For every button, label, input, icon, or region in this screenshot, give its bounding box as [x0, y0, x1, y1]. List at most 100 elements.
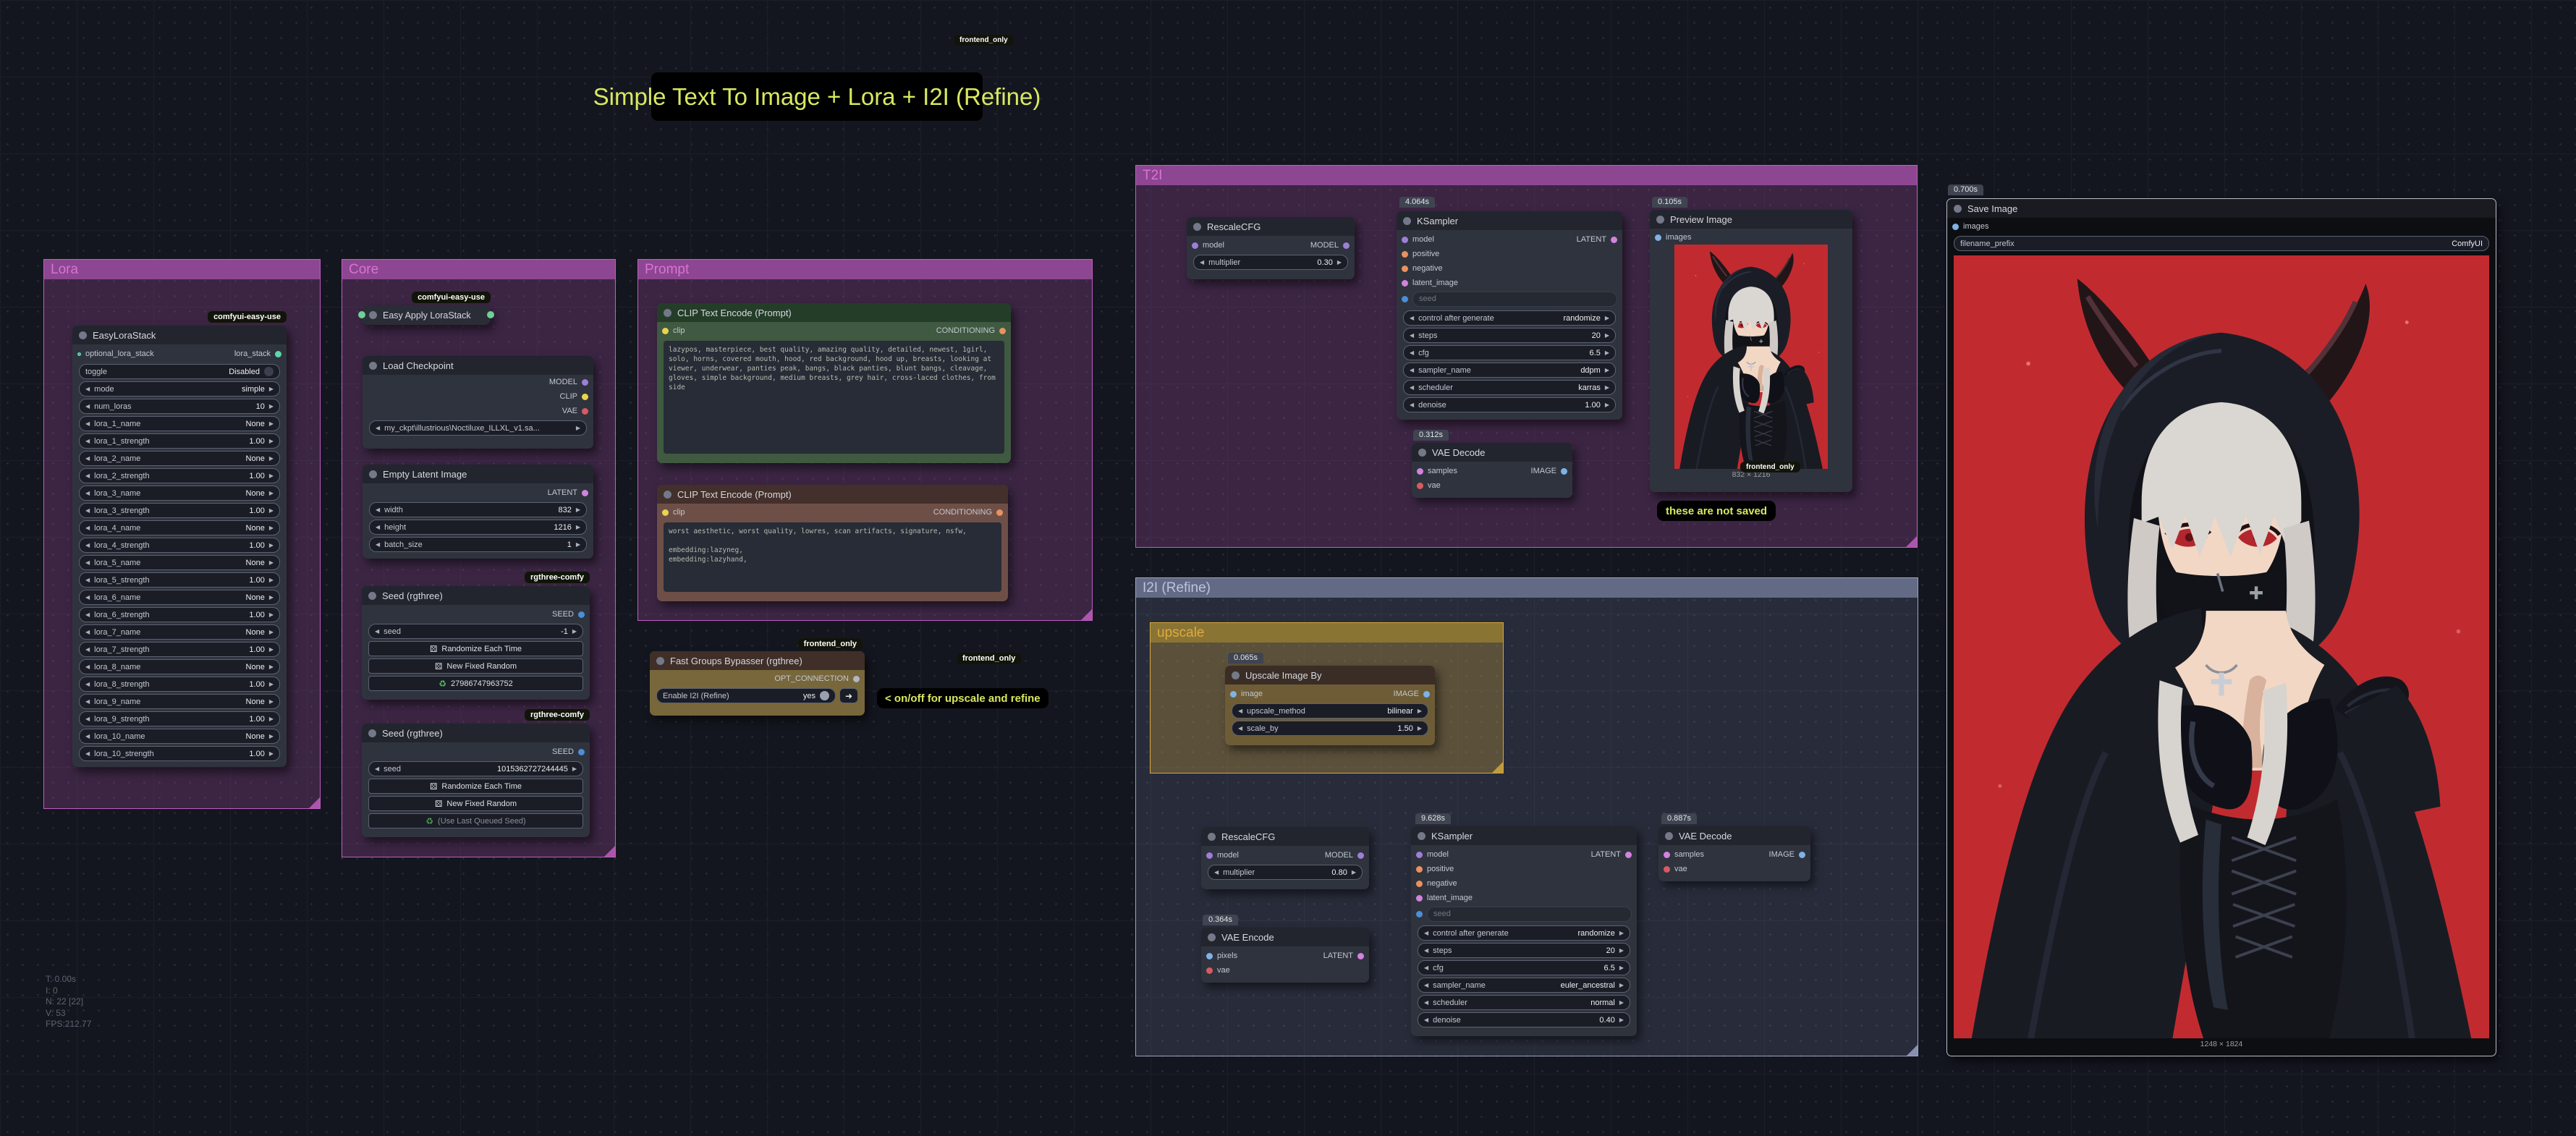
preview-artwork-image[interactable] — [1674, 245, 1828, 469]
collapse-dot-icon[interactable] — [664, 491, 671, 499]
collapse-dot-icon[interactable] — [1208, 833, 1216, 841]
output-slot[interactable]: SEED — [362, 607, 590, 622]
widget-row[interactable]: lora_5_nameNone — [79, 555, 280, 570]
output-slot[interactable]: OPT_CONNECTION — [650, 671, 865, 686]
prompt-textarea[interactable]: lazypos, masterpiece, best quality, amaz… — [664, 341, 1004, 454]
node-preview-image[interactable]: Preview Image images frontend_only 832 ×… — [1650, 210, 1852, 492]
widget-row[interactable]: multiplier0.80 — [1208, 865, 1363, 880]
node-rescalecfg-t2i[interactable]: RescaleCFG model MODEL multiplier0.30 — [1187, 217, 1355, 279]
slot-dot-icon[interactable] — [1402, 237, 1408, 243]
group-resize-handle[interactable] — [1906, 536, 1917, 547]
widget-row[interactable]: lora_8_nameNone — [79, 659, 280, 674]
group-resize-handle[interactable] — [1081, 609, 1092, 620]
slot-dot-icon[interactable] — [1402, 296, 1408, 302]
widget-row[interactable]: control after generaterandomize — [1403, 310, 1616, 326]
slot-dot-icon[interactable] — [1417, 468, 1423, 475]
widget-row[interactable]: multiplier0.30 — [1193, 255, 1348, 270]
slot-dot-icon[interactable] — [582, 490, 588, 496]
widget-row[interactable]: lora_9_nameNone — [79, 694, 280, 709]
node-header[interactable]: Seed (rgthree) — [362, 586, 590, 605]
widget-row[interactable]: lora_6_strength1.00 — [79, 607, 280, 622]
slot-dot-icon[interactable] — [1230, 691, 1237, 698]
comfyui-canvas[interactable]: Lora Core Prompt T2I I2I (Refine) upscal… — [0, 0, 2576, 1136]
node-header[interactable]: Save Image — [1947, 199, 2496, 218]
slot-dot-icon[interactable] — [1417, 483, 1423, 489]
node-header[interactable]: CLIP Text Encode (Prompt) — [657, 485, 1008, 504]
output-slot[interactable]: VAE — [363, 404, 593, 418]
collapse-dot-icon[interactable] — [1193, 223, 1201, 231]
slot-dot-icon[interactable] — [1416, 881, 1423, 887]
group-resize-handle[interactable] — [604, 846, 615, 857]
node-empty-latent-image[interactable]: Empty Latent Image LATENT width832height… — [363, 465, 593, 559]
node-clip-text-encode-positive[interactable]: CLIP Text Encode (Prompt) clip CONDITION… — [657, 303, 1011, 463]
node-seed-rgthree-1[interactable]: Seed (rgthree) SEED seed-1 ⚄Randomize Ea… — [362, 586, 590, 700]
widget-row[interactable]: height1216 — [369, 520, 587, 535]
input-slot[interactable]: latent_image — [1397, 276, 1622, 290]
collapse-dot-icon[interactable] — [664, 309, 671, 317]
group-resize-handle[interactable] — [309, 797, 320, 808]
widget-row[interactable]: lora_4_nameNone — [79, 520, 280, 535]
group-toggle-widget[interactable]: Enable I2I (Refine) yes — [656, 688, 836, 703]
slot-dot-icon[interactable] — [578, 749, 585, 755]
node-vae-decode-t2i[interactable]: VAE Decode samplesvae IMAGE — [1412, 443, 1572, 498]
slot-dot-icon[interactable] — [1206, 852, 1213, 859]
slot-dot-icon[interactable] — [275, 351, 281, 357]
node-header[interactable]: KSampler — [1397, 211, 1622, 230]
widget-row[interactable]: steps20 — [1403, 328, 1616, 343]
widget-row[interactable]: lora_2_strength1.00 — [79, 468, 280, 483]
widget-row[interactable]: steps20 — [1418, 943, 1630, 958]
input-slot[interactable]: positive — [1397, 247, 1622, 261]
saved-artwork-image[interactable] — [1954, 255, 2489, 1038]
node-header[interactable]: Upscale Image By — [1225, 666, 1435, 684]
slot-dot-icon[interactable] — [1952, 224, 1959, 230]
widget-row[interactable]: lora_7_nameNone — [79, 624, 280, 640]
io-row[interactable]: clip CONDITIONING — [657, 323, 1011, 338]
seed-input-slot[interactable]: seed — [1411, 905, 1637, 923]
collapse-dot-icon[interactable] — [368, 729, 376, 737]
collapse-dot-icon[interactable] — [656, 657, 664, 665]
node-header[interactable]: Seed (rgthree) — [362, 724, 590, 742]
widget-row[interactable]: seed1015362727244445 — [368, 761, 583, 776]
slot-dot-icon[interactable] — [582, 394, 588, 400]
widget-row[interactable]: control after generaterandomize — [1418, 925, 1630, 941]
slot-dot-icon[interactable] — [578, 611, 585, 618]
widget-row[interactable]: sampler_nameddpm — [1403, 363, 1616, 378]
widget-row[interactable]: width832 — [369, 502, 587, 517]
node-header[interactable]: CLIP Text Encode (Prompt) — [657, 303, 1011, 322]
slot-dot-icon[interactable] — [1664, 866, 1670, 873]
slot-dot-icon[interactable] — [1416, 852, 1423, 858]
widget-row[interactable]: sampler_nameeuler_ancestral — [1418, 978, 1630, 993]
widget-row[interactable]: lora_7_strength1.00 — [79, 642, 280, 657]
seed-button[interactable]: ♻27986747963752 — [368, 676, 583, 691]
slot-dot-icon[interactable] — [1625, 852, 1632, 858]
slot-dot-icon[interactable] — [582, 408, 588, 415]
collapse-dot-icon[interactable] — [1208, 933, 1216, 941]
collapse-dot-icon[interactable] — [1418, 832, 1425, 840]
input-slot[interactable]: negative — [1411, 876, 1637, 891]
input-slot[interactable]: images — [1947, 219, 2496, 234]
collapse-dot-icon[interactable] — [369, 311, 377, 319]
prompt-textarea[interactable]: worst aesthetic, worst quality, lowres, … — [664, 522, 1001, 592]
widget-row[interactable]: denoise0.40 — [1418, 1012, 1630, 1027]
input-slot[interactable]: negative — [1397, 261, 1622, 276]
widget-row[interactable]: my_ckpt\illustrious\Noctiluxe_ILLXL_v1.s… — [369, 420, 587, 436]
slot-dot-icon[interactable] — [1357, 852, 1364, 859]
widget-row[interactable]: schedulerkarras — [1403, 380, 1616, 395]
slot-dot-icon[interactable] — [1416, 911, 1423, 917]
slot-dot-icon[interactable] — [1402, 266, 1408, 272]
input-slot[interactable]: positive — [1411, 862, 1637, 876]
widget-row[interactable]: lora_1_strength1.00 — [79, 433, 280, 449]
group-resize-handle[interactable] — [1907, 1045, 1918, 1056]
slot-dot-icon[interactable] — [582, 379, 588, 386]
slot-dot-icon[interactable] — [1416, 895, 1423, 902]
widget-row[interactable]: schedulernormal — [1418, 995, 1630, 1010]
widget-row[interactable]: lora_10_nameNone — [79, 729, 280, 744]
slot-dot-icon[interactable] — [1655, 234, 1661, 241]
io-row[interactable]: image IMAGE — [1225, 687, 1435, 701]
collapse-dot-icon[interactable] — [1418, 449, 1426, 457]
collapse-dot-icon[interactable] — [368, 592, 376, 600]
widget-row[interactable]: lora_2_nameNone — [79, 451, 280, 466]
seed-button[interactable]: ⚄New Fixed Random — [368, 796, 583, 811]
collapse-dot-icon[interactable] — [79, 331, 87, 339]
seed-button[interactable]: ⚄New Fixed Random — [368, 658, 583, 674]
